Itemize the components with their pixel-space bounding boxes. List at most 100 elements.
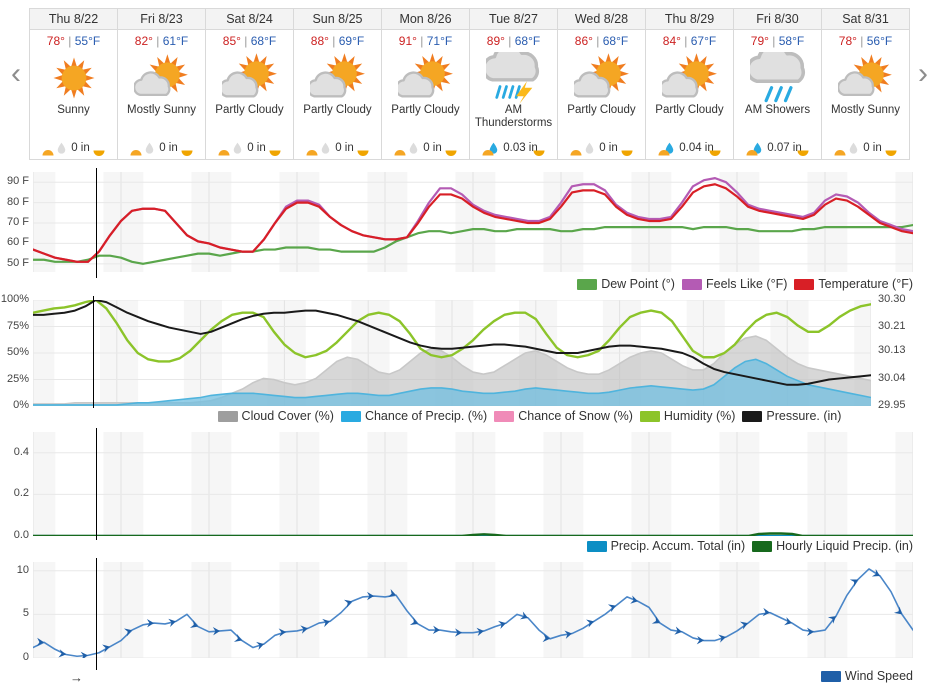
axis-tick-label: 10 [16,563,29,576]
legend-label: Precip. Accum. Total (in) [610,539,746,553]
sunset-icon [445,150,457,156]
day-temperatures: 82° | 61°F [135,32,188,51]
day-column[interactable]: Tue 8/27 89° | 68°F AM Thunderstorms 0.0… [470,9,558,160]
legend-item[interactable]: Chance of Precip. (%) [340,409,488,423]
sun-indicators [470,150,557,158]
day-temperatures: 91° | 71°F [399,32,452,51]
day-temperatures: 78° | 56°F [839,32,892,51]
legend-item[interactable]: Feels Like (°F) [681,277,787,291]
sunset-icon [93,150,105,156]
axis-tick-label: 25% [6,372,29,385]
axis-tick-label: 50 F [6,256,29,269]
day-column[interactable]: Sat 8/31 78° | 56°F Mostly Sunny 0 in [822,9,910,160]
day-column[interactable]: Wed 8/28 86° | 68°F Partly Cloudy 0 in [558,9,646,160]
sunrise-icon [218,150,230,156]
legend-label: Wind Speed [844,669,913,683]
legend-item[interactable]: Humidity (%) [639,409,735,423]
day-condition: Sunny [57,104,90,116]
sun-indicators [734,150,821,158]
high-temp: 78° [838,34,857,48]
legend-label: Chance of Snow (%) [518,409,633,423]
low-temp: 68°F [250,34,277,48]
day-name: Thu 8/22 [30,9,117,30]
day-column[interactable]: Sat 8/24 85° | 68°F Partly Cloudy 0 in [206,9,294,160]
legend-item[interactable]: Cloud Cover (%) [217,409,334,423]
legend-item[interactable]: Temperature (°F) [794,277,913,291]
conditions-chart[interactable]: Cloud Cover (%) Chance of Precip. (%) Ch… [0,293,939,428]
partly-cloudy-icon [206,52,293,104]
sunrise-icon [482,150,494,156]
current-time-line [96,558,98,670]
legend-swatch [794,278,815,290]
day-column[interactable]: Thu 8/29 84° | 67°F Partly Cloudy 0.04 i… [646,9,734,160]
sunrise-icon [746,150,758,156]
wind-chart[interactable]: Wind Speed 10 5 0 → [0,558,939,697]
temperature-chart[interactable]: Dew Point (°) Feels Like (°F) Temperatur… [0,168,939,296]
high-temp: 82° [134,34,153,48]
day-column[interactable]: Fri 8/30 79° | 58°F AM Showers 0.07 in [734,9,822,160]
legend-swatch [752,540,773,552]
legend-swatch [742,410,763,422]
day-name: Tue 8/27 [470,9,557,30]
high-temp: 89° [486,34,505,48]
thunderstorm-icon [470,52,557,104]
sunrise-icon [658,150,670,156]
day-column[interactable]: Sun 8/25 88° | 69°F Partly Cloudy 0 in [294,9,382,160]
legend-item[interactable]: Chance of Snow (%) [494,409,633,423]
axis-tick-label: 5 [22,607,29,620]
axis-tick-label: 0.0 [13,529,29,541]
day-column[interactable]: Fri 8/23 82° | 61°F Mostly Sunny 0 in [118,9,206,160]
precipitation-legend[interactable]: Precip. Accum. Total (in) Hourly Liquid … [489,536,913,556]
day-name: Mon 8/26 [382,9,469,30]
axis-tick-label: 0.4 [13,445,29,458]
low-temp: 68°F [602,34,629,48]
day-column[interactable]: Mon 8/26 91° | 71°F Partly Cloudy 0 in [382,9,470,160]
legend-label: Chance of Precip. (%) [364,409,488,423]
current-time-line [93,296,95,408]
sunset-icon [533,150,545,156]
precipitation-chart[interactable]: Precip. Accum. Total (in) Hourly Liquid … [0,428,939,558]
conditions-legend[interactable]: Cloud Cover (%) Chance of Precip. (%) Ch… [146,406,913,426]
legend-item[interactable]: Precip. Accum. Total (in) [586,539,746,553]
partly-cloudy-icon [558,52,645,104]
axis-tick-label: 30.04 [878,371,906,384]
temperature-legend[interactable]: Dew Point (°) Feels Like (°F) Temperatur… [489,274,913,294]
legend-swatch [577,278,598,290]
current-time-line [96,168,98,278]
day-condition: AM Showers [744,104,811,116]
sunrise-icon [394,150,406,156]
legend-swatch [494,410,515,422]
wind-legend[interactable]: Wind Speed [700,666,913,686]
next-days-arrow[interactable]: › [909,52,937,96]
legend-swatch [340,410,361,422]
low-temp: 61°F [162,34,189,48]
high-temp: 91° [398,34,417,48]
sunset-icon [885,150,897,156]
day-column[interactable]: Thu 8/22 78° | 55°F Sunny 0 in [30,9,118,160]
day-name: Wed 8/28 [558,9,645,30]
day-name: Sat 8/31 [822,9,909,30]
low-temp: 67°F [690,34,717,48]
day-name: Sat 8/24 [206,9,293,30]
previous-days-arrow[interactable]: ‹ [2,52,30,96]
mostly-sunny-icon [118,52,205,104]
axis-tick-label: 90 F [6,175,29,188]
sunny-icon [30,52,117,104]
sun-indicators [118,150,205,158]
day-name: Sun 8/25 [294,9,381,30]
low-temp: 55°F [74,34,101,48]
sun-indicators [30,150,117,158]
day-temperatures: 78° | 55°F [47,32,100,51]
day-condition: Partly Cloudy [303,104,372,116]
legend-item[interactable]: Pressure. (in) [742,409,841,423]
legend-swatch [820,670,841,682]
sunset-icon [709,150,721,156]
weather-forecast-page: ‹ › Thu 8/22 78° | 55°F Sunny 0 in Fri 8… [0,0,939,697]
sunrise-icon [306,150,318,156]
current-time-line [96,428,98,540]
sunrise-icon [42,150,54,156]
legend-item[interactable]: Wind Speed [820,669,913,683]
legend-item[interactable]: Dew Point (°) [577,277,675,291]
day-name: Fri 8/23 [118,9,205,30]
legend-item[interactable]: Hourly Liquid Precip. (in) [752,539,913,553]
